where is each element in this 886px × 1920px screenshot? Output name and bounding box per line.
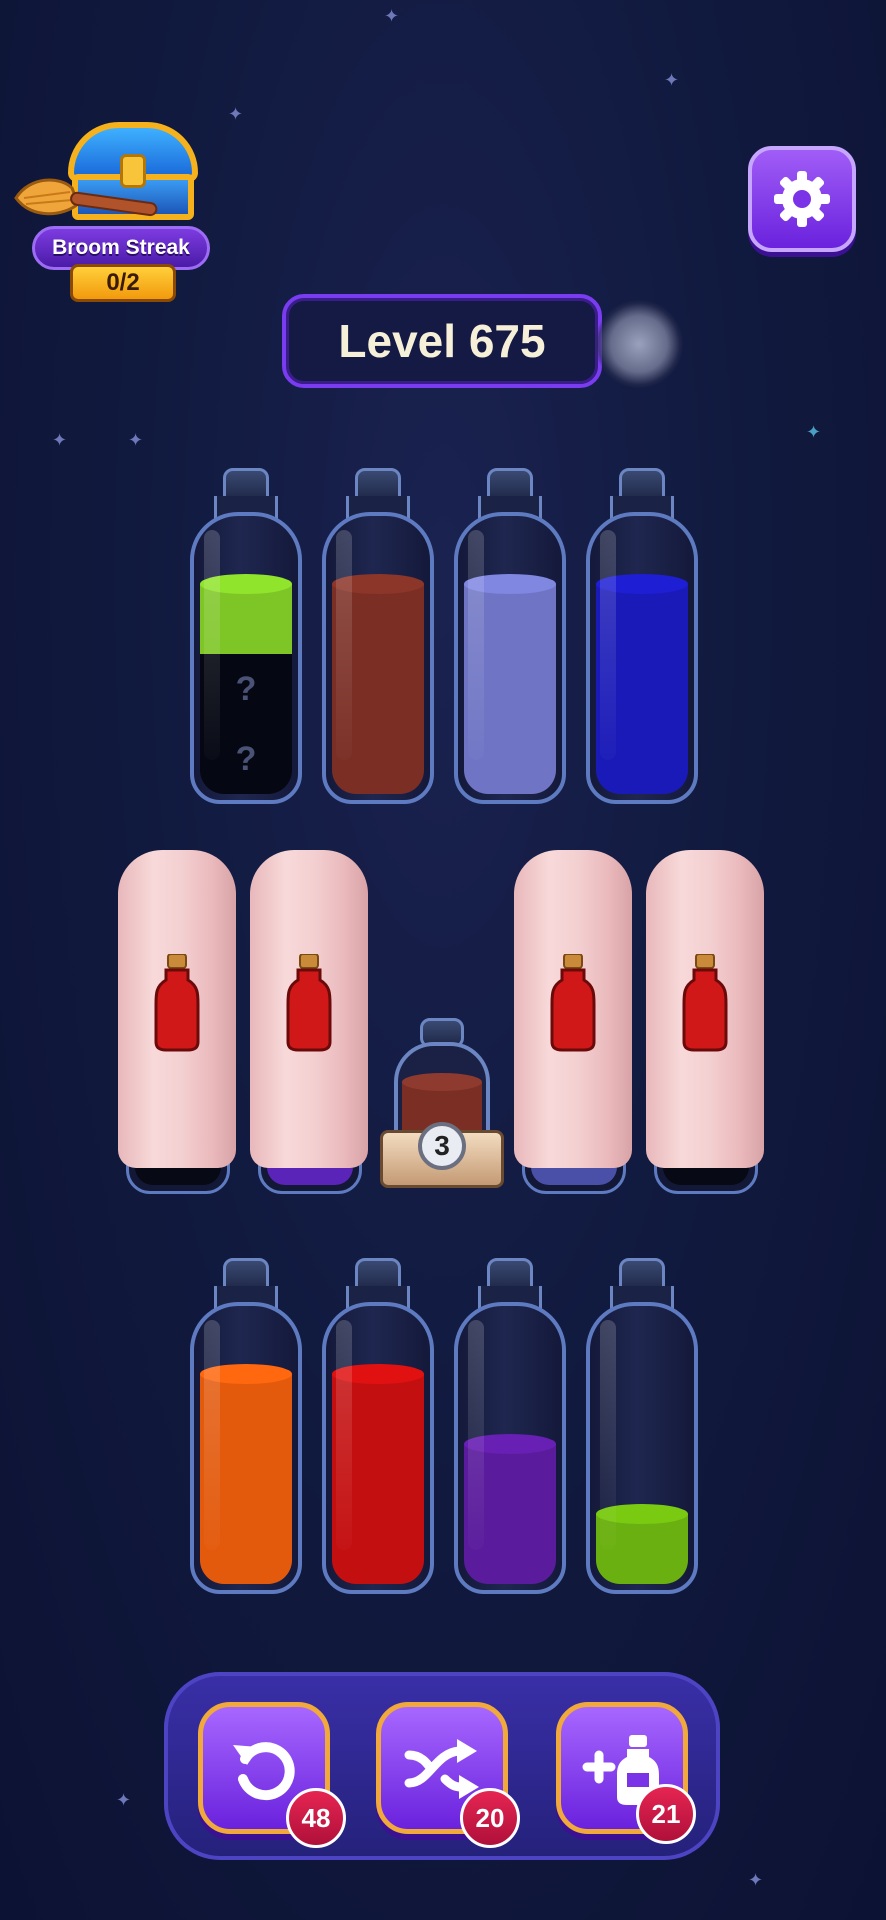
sort-bottle[interactable] <box>454 468 566 808</box>
liquid-layer <box>332 1374 424 1584</box>
covered-bottle[interactable] <box>514 850 632 1200</box>
mystery-bottle-count: 3 <box>418 1122 466 1170</box>
star-icon: ✦ <box>116 1790 132 1811</box>
liquid-layer <box>464 1444 556 1584</box>
sort-bottle[interactable] <box>322 1258 434 1598</box>
hidden-layer: ? <box>200 724 292 794</box>
star-icon: ✦ <box>228 104 244 125</box>
touch-indicator <box>595 300 683 388</box>
sort-bottle[interactable]: ?? <box>190 468 302 808</box>
star-icon: ✦ <box>384 6 400 27</box>
liquid-layer <box>332 584 424 794</box>
liquid-layer <box>200 1374 292 1584</box>
star-icon: ✦ <box>748 1870 764 1891</box>
action-tray: 48 20 21 <box>164 1672 720 1860</box>
star-icon: ✦ <box>664 70 680 91</box>
add-bottle-count: 21 <box>636 1784 696 1844</box>
question-mark-icon: ? <box>235 739 257 778</box>
potion-bottle-icon <box>682 954 728 1052</box>
star-icon: ✦ <box>52 430 68 451</box>
sort-bottle[interactable] <box>322 468 434 808</box>
covered-bottle[interactable] <box>250 850 368 1200</box>
covered-bottle[interactable] <box>118 850 236 1200</box>
sort-bottle[interactable] <box>454 1258 566 1598</box>
streak-count: 0/2 <box>70 264 176 302</box>
broom-streak-widget[interactable]: Broom Streak 0/2 <box>12 118 210 303</box>
broom-icon <box>14 178 158 217</box>
star-icon: ✦ <box>128 430 144 451</box>
sort-bottle[interactable] <box>586 1258 698 1598</box>
undo-count: 48 <box>286 1788 346 1848</box>
liquid-layer <box>596 584 688 794</box>
hidden-layer: ? <box>200 654 292 724</box>
sort-bottle[interactable] <box>190 1258 302 1598</box>
liquid-layer <box>200 584 292 654</box>
undo-icon <box>233 1742 295 1801</box>
potion-bottle-icon <box>286 954 332 1052</box>
gear-icon <box>774 171 830 227</box>
liquid-layer <box>464 584 556 794</box>
shuffle-count: 20 <box>460 1788 520 1848</box>
potion-bottle-icon <box>550 954 596 1052</box>
settings-button[interactable] <box>748 146 856 252</box>
sort-bottle[interactable] <box>586 468 698 808</box>
liquid-layer <box>596 1514 688 1584</box>
covered-bottle[interactable] <box>646 850 764 1200</box>
star-icon: ✦ <box>806 422 822 443</box>
potion-bottle-icon <box>154 954 200 1052</box>
level-label: Level 675 <box>282 294 602 388</box>
question-mark-icon: ? <box>235 669 257 708</box>
mystery-bottle[interactable]: 3 <box>380 1018 504 1204</box>
